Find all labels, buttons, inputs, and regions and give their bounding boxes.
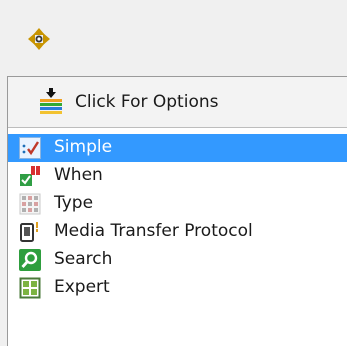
views-panel: Click For Options Simple When Type Media… (7, 76, 347, 346)
list-item-when[interactable]: When (8, 162, 347, 190)
four-way-arrow-icon[interactable] (27, 27, 51, 51)
list-item-media-transfer-protocol[interactable]: Media Transfer Protocol (8, 218, 347, 246)
device-icon (20, 222, 38, 242)
list-item-simple[interactable]: Simple (8, 134, 347, 162)
toolbar-strip (0, 0, 347, 75)
click-for-options-button[interactable]: Click For Options (8, 77, 347, 128)
simple-check-icon (19, 137, 41, 159)
list-item-label: Type (54, 193, 94, 213)
click-for-options-label: Click For Options (75, 92, 219, 112)
when-calendar-icon (20, 166, 40, 186)
list-item-label: Search (54, 249, 113, 269)
search-icon (19, 249, 41, 271)
list-item-label: Expert (54, 277, 110, 297)
type-grid-icon (19, 193, 41, 215)
list-item-type[interactable]: Type (8, 190, 347, 218)
list-item-label: Simple (54, 137, 113, 157)
expert-grid-icon (19, 277, 41, 299)
list-item-expert[interactable]: Expert (8, 274, 347, 302)
options-download-icon (40, 88, 62, 114)
list-item-label: Media Transfer Protocol (54, 221, 253, 241)
list-item-label: When (54, 165, 103, 185)
list-item-search[interactable]: Search (8, 246, 347, 274)
